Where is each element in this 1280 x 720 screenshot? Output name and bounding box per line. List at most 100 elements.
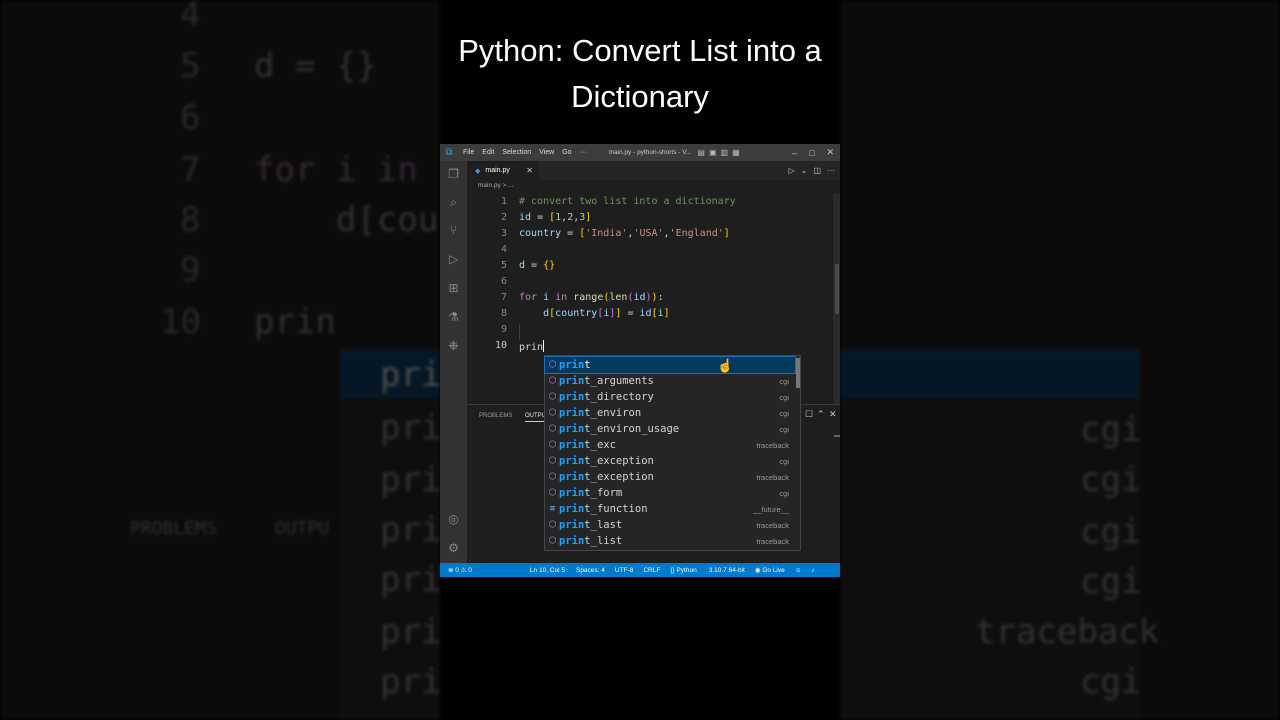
line-number: 8: [500, 308, 507, 319]
mouse-pointer-icon: ☝: [717, 358, 734, 373]
code-line-3: country = ['India','USA','England']: [519, 228, 730, 239]
tab-main-py[interactable]: ◆ main.py ✕: [467, 161, 539, 180]
background-blur-right: cgi cgi cgi cgi traceback cgi: [840, 0, 1280, 720]
maximize-panel-icon[interactable]: ⌃: [817, 409, 825, 420]
suggestion-item[interactable]: ⬡ print_list traceback: [545, 533, 795, 549]
breadcrumb[interactable]: main.py > ...: [478, 182, 514, 189]
customize-layout-icon[interactable]: ▦: [732, 148, 740, 157]
more-actions-icon[interactable]: ···: [827, 166, 835, 175]
run-debug-icon[interactable]: ▷: [440, 252, 467, 266]
toggle-secondary-sidebar-icon[interactable]: ▥: [721, 148, 729, 157]
menu-selection[interactable]: Selection: [502, 149, 531, 156]
maximize-icon[interactable]: □: [809, 148, 814, 158]
suggestion-scrollbar[interactable]: [796, 358, 800, 388]
activity-bar: ❐ ⌕ ⑂ ▷ ⊞ ⚗ ❉ ◎ ⚙: [440, 161, 467, 563]
code-line-8: d[country[i]] = id[i]: [543, 308, 670, 319]
suggestion-label: print_form: [559, 487, 623, 499]
menu-go[interactable]: Go: [562, 149, 571, 156]
suggestion-label: print_environ_usage: [559, 423, 680, 435]
docker-icon[interactable]: ❉: [440, 339, 467, 353]
settings-gear-icon[interactable]: ⚙: [440, 541, 467, 555]
menu-edit[interactable]: Edit: [482, 149, 494, 156]
suggestion-detail: cgi: [779, 488, 789, 498]
source-control-icon[interactable]: ⑂: [440, 223, 467, 237]
chevron-down-icon[interactable]: ⌄: [801, 166, 808, 175]
suggestion-item[interactable]: ⬡ print_form cgi: [545, 485, 795, 501]
language-mode[interactable]: {} Python: [670, 567, 696, 574]
code-line-7: for i in range(len(id)):: [519, 292, 664, 303]
menu-more[interactable]: ···: [580, 149, 587, 156]
suggestion-item[interactable]: ⬡ print_last traceback: [545, 517, 795, 533]
suggestion-detail: traceback: [756, 536, 789, 546]
vscode-logo-icon: ⧉: [445, 147, 453, 158]
suggestion-item[interactable]: ⬡ print_exception cgi: [545, 453, 795, 469]
python-interpreter[interactable]: 3.10.7 64-bit: [709, 567, 745, 574]
suggestion-item[interactable]: ⬡ print_arguments cgi: [545, 373, 795, 389]
explorer-icon[interactable]: ❐: [440, 167, 467, 181]
method-cube-icon: ⬡: [548, 440, 557, 450]
code-line-5: d = {}: [519, 260, 556, 271]
line-endings[interactable]: CRLF: [643, 567, 660, 574]
suggestion-label: print_list: [559, 535, 623, 547]
tab-label: main.py: [485, 167, 510, 174]
line-number: 7: [500, 292, 507, 303]
toggle-sidebar-icon[interactable]: ▤: [697, 148, 705, 157]
suggestion-item[interactable]: ≡ print_function __future__: [545, 501, 795, 517]
line-number: 9: [500, 324, 507, 335]
encoding[interactable]: UTF-8: [615, 567, 633, 574]
method-cube-icon: ⬡: [548, 472, 557, 482]
feedback-icon[interactable]: ☺: [795, 567, 802, 574]
braces-icon: {}: [670, 566, 675, 574]
broadcast-icon: ◉: [754, 567, 761, 574]
method-cube-icon: ⬡: [548, 360, 557, 370]
suggestion-item[interactable]: ⬡ print_environ_usage cgi: [545, 421, 795, 437]
run-file-icon[interactable]: ▷: [789, 166, 795, 175]
method-cube-icon: ⬡: [548, 536, 557, 546]
title-bar: ⧉ File Edit Selection View Go ··· main.p…: [440, 144, 840, 161]
close-tab-icon[interactable]: ✕: [526, 166, 533, 175]
line-number: 2: [500, 212, 507, 223]
tab-problems[interactable]: PROBLEMS: [479, 413, 512, 419]
background-blur-left: 4 5 d = {} 6 7 for i in 8 d[cou 9 10 pri…: [0, 0, 440, 720]
suggestion-detail: cgi: [779, 376, 789, 386]
suggestion-detail: __future__: [753, 504, 789, 514]
suggestion-item[interactable]: ⬡ print_exc traceback: [545, 437, 795, 453]
method-cube-icon: ⬡: [548, 488, 557, 498]
suggestion-detail: cgi: [779, 424, 789, 434]
suggestion-detail: cgi: [779, 456, 789, 466]
suggestion-label: print_exception: [559, 455, 654, 467]
method-cube-icon: ⬡: [548, 376, 557, 386]
search-icon[interactable]: ⌕: [440, 195, 467, 210]
suggestion-item[interactable]: ⬡ print_environ cgi: [545, 405, 795, 421]
account-icon[interactable]: ◎: [440, 512, 467, 526]
suggestion-detail: cgi: [779, 392, 789, 402]
notifications-bell-icon[interactable]: ♪: [811, 567, 814, 574]
cursor-position[interactable]: Ln 10, Col 5: [530, 567, 565, 574]
video-title: Python: Convert List into a Dictionary: [458, 33, 822, 114]
menu-view[interactable]: View: [539, 149, 554, 156]
close-panel-icon[interactable]: ✕: [829, 409, 837, 420]
minimize-icon[interactable]: –: [792, 148, 797, 158]
code-line-1: # convert two list into a dictionary: [519, 196, 736, 207]
suggestion-item[interactable]: ⬡ print_exception traceback: [545, 469, 795, 485]
editor-scrollbar-thumb[interactable]: [835, 264, 839, 314]
code-line-2: id = [1,2,3]: [519, 212, 592, 223]
indentation[interactable]: Spaces: 4: [576, 567, 605, 574]
problems-count[interactable]: ⊗ 0 ⚠ 0: [448, 566, 472, 574]
testing-flask-icon[interactable]: ⚗: [440, 310, 467, 324]
suggestion-label: print_environ: [559, 407, 642, 419]
close-window-icon[interactable]: ✕: [826, 147, 834, 158]
text-cursor: [543, 340, 545, 352]
lock-icon[interactable]: ☐: [805, 409, 813, 420]
method-cube-icon: ⬡: [548, 456, 557, 466]
suggestion-item[interactable]: ⬡ print: [544, 356, 796, 374]
suggestion-label: print: [559, 359, 591, 371]
menu-file[interactable]: File: [463, 149, 474, 156]
go-live[interactable]: ◉ Go Live: [755, 566, 785, 574]
menu-bar: File Edit Selection View Go ···: [458, 149, 587, 156]
toggle-panel-icon[interactable]: ▣: [709, 148, 717, 157]
suggestion-item[interactable]: ⬡ print_directory cgi: [545, 389, 795, 405]
suggestion-label: print_last: [559, 519, 623, 531]
split-editor-icon[interactable]: ◫: [813, 166, 821, 175]
extensions-icon[interactable]: ⊞: [440, 281, 467, 295]
